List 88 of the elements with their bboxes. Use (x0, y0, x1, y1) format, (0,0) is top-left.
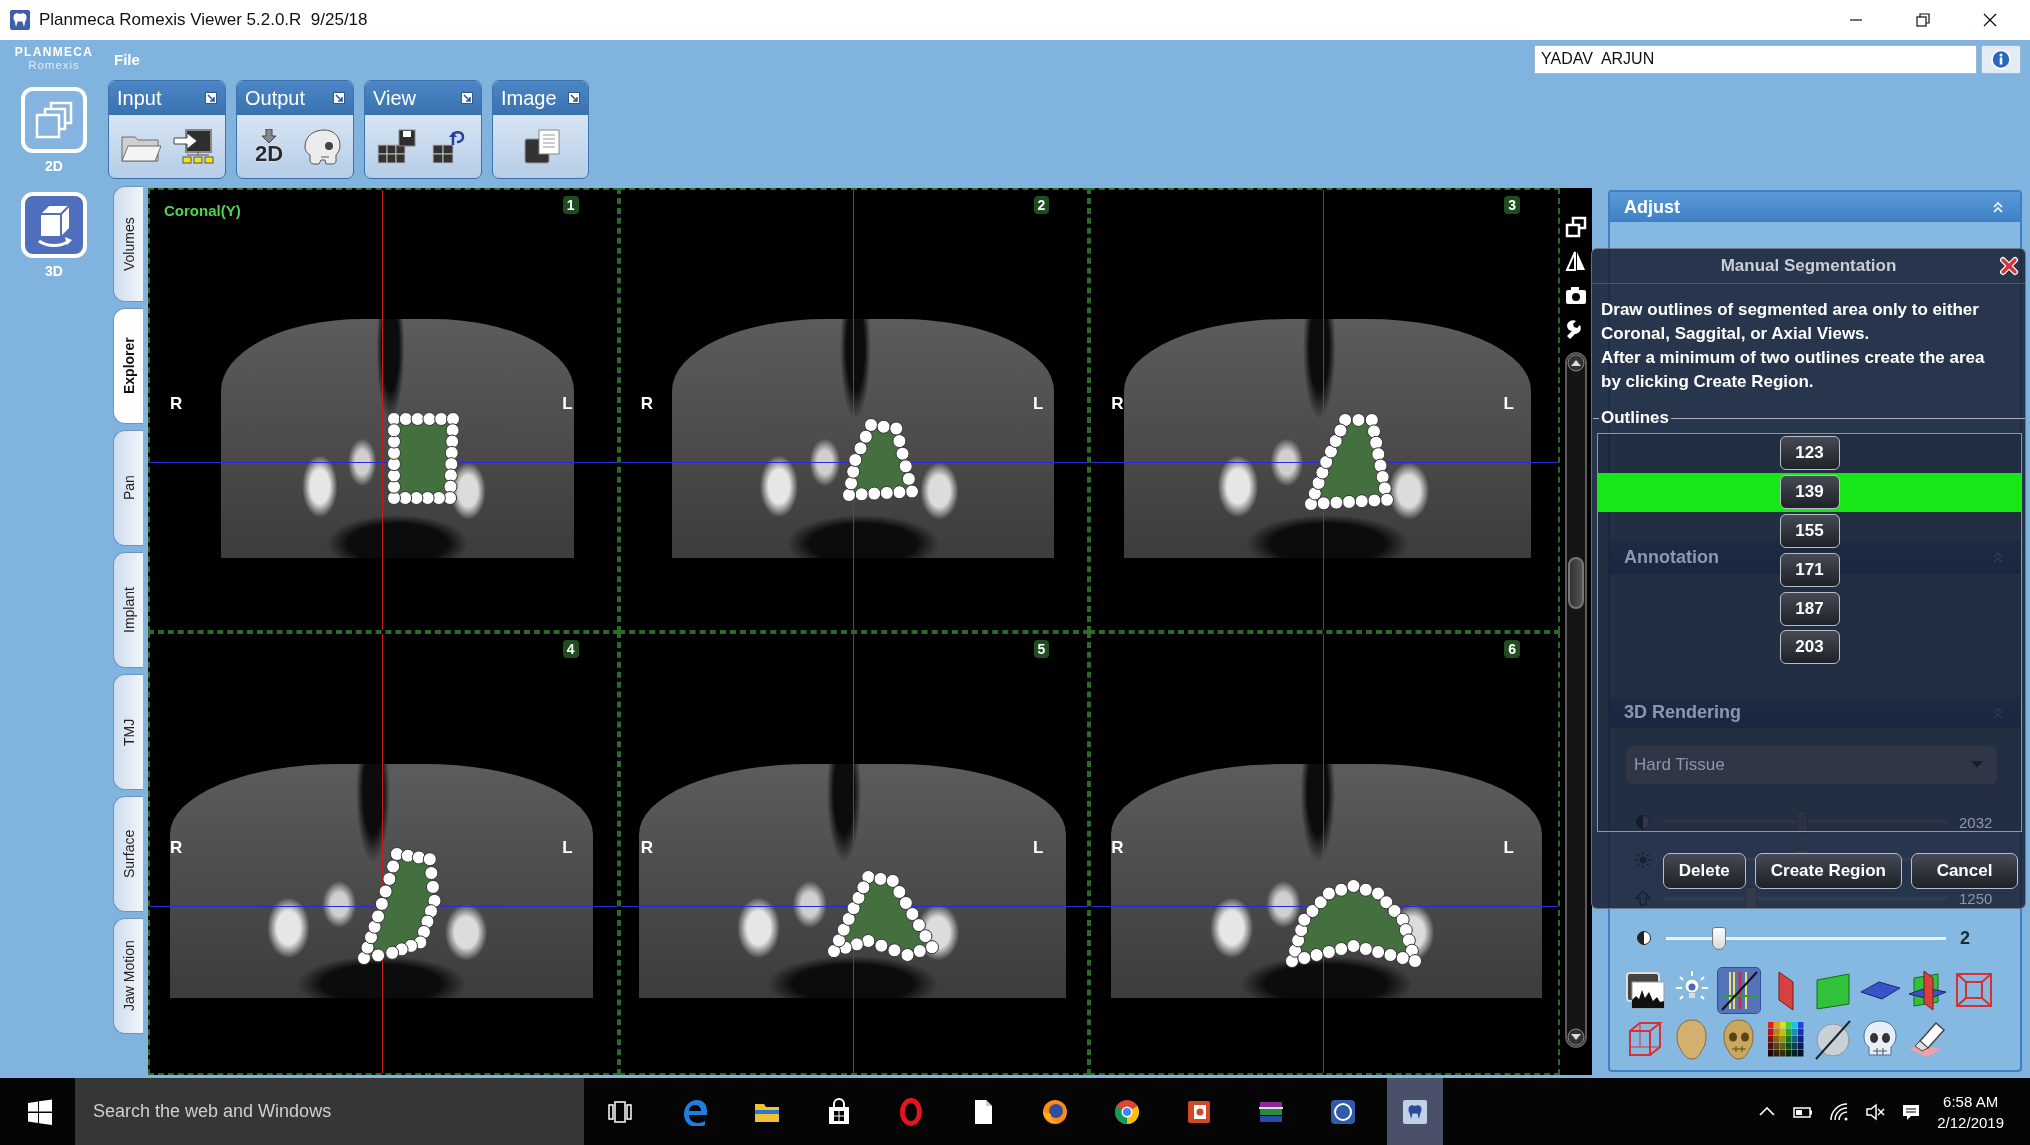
view-tab[interactable]: Explorer (113, 308, 143, 424)
windows-icon[interactable] (26, 1097, 54, 1126)
view-tab[interactable]: TMJ (113, 674, 143, 790)
orientation-label: L (562, 394, 573, 415)
instruction-text: Draw outlines of segmented area only to either Coronal, Saggital, or Axial Views. (1601, 299, 1980, 345)
orientation-label: L (562, 837, 573, 858)
search-field[interactable]: Search the web and Windows (75, 1078, 584, 1145)
scroll-up-icon[interactable] (1567, 354, 1585, 372)
orientation-label: L (1503, 394, 1514, 415)
close-icon[interactable] (1983, 13, 1997, 27)
orientation-label: R (170, 837, 183, 858)
section-title: 3D Rendering (1624, 702, 1742, 723)
grid-save-icon[interactable] (375, 126, 419, 167)
browser-icon (1113, 1097, 1141, 1126)
collapse-icon[interactable] (1992, 200, 2004, 214)
scroll-down-icon[interactable] (1567, 1028, 1585, 1046)
mirror-icon[interactable] (1565, 250, 1587, 272)
cancel-button[interactable]: Cancel (1911, 853, 2018, 889)
browser-icon (1041, 1097, 1069, 1126)
slider-value: 2032 (1959, 813, 1993, 831)
dialog-title: Manual Segmentation (1719, 256, 1898, 276)
orientation-label: L (1032, 837, 1044, 858)
tooth-icon (10, 10, 30, 30)
logo-brand: PLANMECA (14, 46, 94, 59)
restore-windows-icon[interactable] (1565, 216, 1587, 238)
outline-button[interactable]: 123 (1779, 436, 1840, 471)
slider-value: 2 (1960, 927, 1970, 949)
toolbar-group-title: View (373, 86, 416, 110)
panel-title: Adjust (1624, 196, 1680, 218)
speaker-muted-icon[interactable] (1865, 1101, 1886, 1122)
toolbar-group-title: Output (245, 86, 306, 110)
view-tab[interactable]: Pan (113, 430, 143, 546)
group-label: Outlines (1600, 408, 1670, 428)
outline-button[interactable]: 139 (1779, 475, 1840, 510)
expand-icon[interactable] (461, 92, 473, 104)
expand-icon[interactable] (333, 92, 345, 104)
scrollbar-thumb[interactable] (1568, 557, 1584, 609)
clock-time: 6:58 AM (1943, 1091, 1999, 1112)
scrollbar[interactable] (1565, 352, 1587, 1048)
window-title: Planmeca Romexis Viewer 5.2.0.R 9/25/18 (39, 10, 368, 30)
view-label: Coronal(Y) (164, 202, 241, 219)
view-number: 6 (1504, 639, 1520, 658)
orientation-label: R (640, 837, 653, 858)
three-planes-icon[interactable] (1906, 968, 1948, 1013)
view-tab[interactable]: Volumes (113, 186, 143, 302)
orientation-label: R (640, 394, 653, 415)
view-number: 4 (562, 639, 579, 658)
slider-thumb[interactable] (1712, 926, 1727, 950)
expand-icon[interactable] (568, 92, 580, 104)
instruction-text: After a minimum of two outlines create the area by clicking Create Region. (1601, 347, 1986, 393)
export-2d-button[interactable]: 2D (247, 128, 291, 165)
view-number: 3 (1504, 196, 1520, 214)
half-circle-icon (1636, 930, 1652, 946)
tooth-icon (1401, 1097, 1429, 1126)
outline-button[interactable]: 187 (1779, 591, 1840, 626)
patient-name-field[interactable]: YADAV ARJUN (1534, 44, 1977, 74)
create-region-button[interactable]: Create Region (1754, 853, 1902, 889)
orientation-label: L (1032, 394, 1044, 415)
view-tab[interactable]: Surface (113, 796, 143, 912)
slider-value: 1250 (1959, 889, 1993, 907)
delete-button[interactable]: Delete (1662, 853, 1746, 889)
clip-plane-icon[interactable] (1718, 968, 1760, 1013)
view-tab[interactable]: Implant (113, 552, 143, 668)
expand-icon[interactable] (205, 92, 217, 104)
ring-icon (897, 1097, 925, 1126)
down-arrow-icon (262, 128, 276, 143)
clock-date: 2/12/2019 (1937, 1112, 2004, 1133)
toolbar-group-title: Image (501, 86, 557, 110)
section-title: Annotation (1624, 546, 1719, 568)
toolbar-group-title: Input (117, 86, 162, 110)
wifi-icon[interactable] (1829, 1101, 1850, 1122)
import-icon[interactable] (171, 126, 215, 167)
browser-icon (681, 1097, 709, 1126)
outline-button[interactable]: 203 (1779, 630, 1840, 665)
app-icon (1329, 1097, 1357, 1126)
view-number: 2 (1033, 196, 1050, 214)
view-tab[interactable]: Jaw Motion (113, 918, 143, 1034)
info-icon[interactable] (1981, 44, 2021, 74)
outline-list-item[interactable]: 139 (1598, 472, 2021, 512)
restore-icon[interactable] (1916, 13, 1930, 27)
logo-product: Romexis (28, 60, 80, 72)
orientation-label: L (1503, 837, 1514, 858)
orientation-label: R (1111, 837, 1124, 858)
view-number: 5 (1033, 639, 1050, 658)
camera-icon[interactable] (1565, 284, 1587, 306)
orientation-label: R (170, 394, 183, 415)
view-number: 1 (562, 196, 579, 214)
orientation-label: R (1111, 394, 1124, 415)
